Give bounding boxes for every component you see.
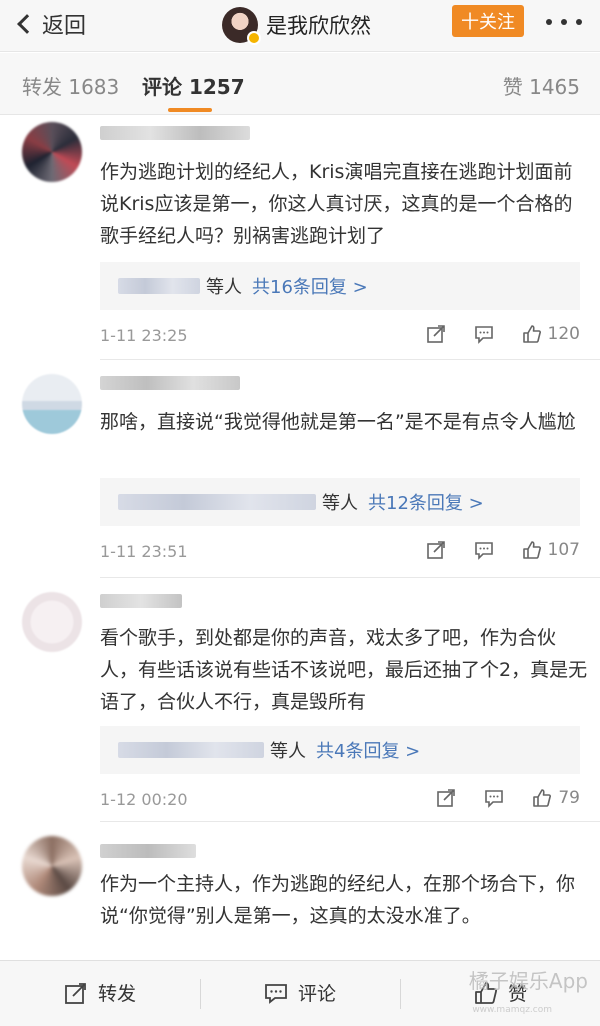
avatar[interactable]	[22, 374, 82, 434]
watermark-url: www.mamqz.com	[472, 1005, 552, 1015]
thumbs-up-icon[interactable]	[532, 788, 552, 808]
avatar[interactable]	[22, 592, 82, 652]
like-count: 120	[547, 324, 580, 344]
repost-label: 转发	[98, 983, 137, 1005]
reply-users-blurred	[118, 278, 200, 294]
reply-users-blurred	[118, 494, 316, 510]
share-icon[interactable]	[426, 324, 446, 344]
avatar[interactable]	[22, 836, 82, 896]
follow-button[interactable]: 十关注	[452, 5, 524, 37]
reply-users-blurred	[118, 742, 264, 758]
reply-summary[interactable]: 等人 共12条回复 >	[100, 478, 580, 526]
comment-timestamp: 1-12 00:20	[100, 790, 188, 809]
thumbs-up-icon[interactable]	[522, 324, 542, 344]
comment-timestamp: 1-11 23:25	[100, 326, 188, 345]
tab-comment[interactable]: 评论 1257	[142, 71, 245, 100]
comment-timestamp: 1-11 23:51	[100, 542, 188, 561]
tab-repost[interactable]: 转发 1683	[22, 71, 119, 100]
comment-item: 那啥，直接说“我觉得他就是第一名”是不是有点令人尴尬 等人 共12条回复 > 1…	[0, 360, 600, 578]
page-title: 是我欣欣然	[266, 14, 371, 38]
more-options-icon[interactable]	[546, 10, 582, 34]
reply-users-suffix: 等人	[206, 277, 242, 298]
comment-icon[interactable]	[484, 788, 504, 808]
reply-summary[interactable]: 等人 共16条回复 >	[100, 262, 580, 310]
tab-like[interactable]: 赞 1465	[503, 71, 580, 100]
comment-item: 作为一个主持人，作为逃跑的经纪人，在那个场合下，你说“你觉得”别人是第一，这真的…	[0, 822, 600, 962]
username-blurred[interactable]	[100, 844, 196, 858]
repost-button[interactable]: 转发	[64, 979, 136, 1006]
reply-users-suffix: 等人	[322, 493, 358, 514]
avatar[interactable]	[222, 7, 261, 45]
profile-header[interactable]: 是我欣欣然	[222, 7, 371, 45]
reply-summary[interactable]: 等人 共4条回复 >	[100, 726, 580, 774]
username-blurred[interactable]	[100, 376, 240, 390]
comment-text: 看个歌手，到处都是你的声音，戏太多了吧，作为合伙人，有些话该说有些话不该说吧，最…	[100, 627, 588, 713]
reply-count-link[interactable]: 共16条回复 >	[252, 273, 368, 299]
share-icon[interactable]	[426, 540, 446, 560]
username-blurred[interactable]	[100, 126, 250, 140]
comment-icon[interactable]	[474, 324, 494, 344]
like-count: 107	[547, 540, 580, 560]
comment-icon	[265, 983, 287, 1004]
back-label: 返回	[42, 14, 87, 39]
navigation-bar: 返回 是我欣欣然 十关注	[0, 0, 600, 52]
share-icon[interactable]	[436, 788, 456, 808]
comment-actions: 120	[398, 324, 580, 344]
comment-icon[interactable]	[474, 540, 494, 560]
reply-count-link[interactable]: 共12条回复 >	[368, 489, 484, 515]
username-blurred[interactable]	[100, 594, 182, 608]
comment-text: 那啥，直接说“我觉得他就是第一名”是不是有点令人尴尬	[100, 411, 576, 433]
reply-users-suffix: 等人	[270, 741, 306, 762]
comment-item: 看个歌手，到处都是你的声音，戏太多了吧，作为合伙人，有些话该说有些话不该说吧，最…	[0, 578, 600, 822]
chevron-left-icon	[17, 14, 37, 34]
tab-bar: 转发 1683 评论 1257 赞 1465	[0, 53, 600, 115]
thumbs-up-icon[interactable]	[522, 540, 542, 560]
comment-label: 评论	[298, 983, 337, 1005]
comment-button[interactable]: 评论	[264, 979, 336, 1006]
watermark: 橘子娱乐App	[468, 969, 588, 993]
comment-text: 作为逃跑计划的经纪人，Kris演唱完直接在逃跑计划面前说Kris应该是第一，你这…	[100, 161, 573, 247]
avatar[interactable]	[22, 122, 82, 182]
comment-actions: 107	[398, 540, 580, 560]
reply-count-link[interactable]: 共4条回复 >	[316, 737, 420, 763]
verified-badge-icon	[247, 31, 261, 45]
active-tab-indicator	[168, 108, 212, 112]
back-button[interactable]: 返回	[14, 8, 86, 40]
like-count: 79	[558, 788, 580, 808]
repost-icon	[65, 982, 86, 1004]
divider	[400, 979, 401, 1009]
comment-item: 作为逃跑计划的经纪人，Kris演唱完直接在逃跑计划面前说Kris应该是第一，你这…	[0, 116, 600, 360]
comment-actions: 79	[408, 788, 580, 808]
divider	[200, 979, 201, 1009]
comment-text: 作为一个主持人，作为逃跑的经纪人，在那个场合下，你说“你觉得”别人是第一，这真的…	[100, 873, 576, 927]
